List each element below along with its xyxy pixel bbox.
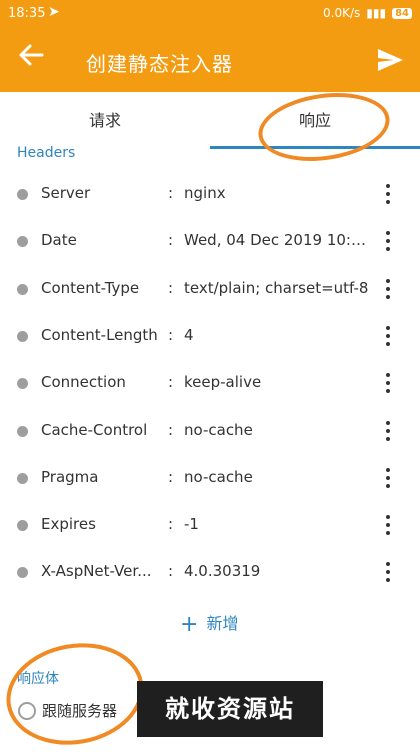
- more-vert-icon[interactable]: [378, 227, 398, 255]
- signal-icon: ▮▮▮: [366, 6, 387, 20]
- watermark: 就收资源站: [137, 681, 323, 737]
- bullet-icon: [17, 378, 28, 390]
- status-bar: 18:35 ➤ 0.0K/s ▮▮▮ 84: [0, 0, 420, 28]
- header-row[interactable]: Pragma: no-cache: [0, 454, 420, 501]
- send-icon[interactable]: [376, 46, 404, 74]
- header-key: Connection: [41, 373, 126, 392]
- header-key: Date: [41, 231, 77, 250]
- header-key: Content-Length: [41, 325, 158, 344]
- header-value: keep-alive: [184, 373, 262, 392]
- tab-response[interactable]: 响应: [210, 92, 420, 150]
- bullet-icon: [17, 520, 28, 532]
- network-speed: 0.0K/s: [323, 6, 361, 20]
- follow-server-radio[interactable]: [18, 702, 36, 720]
- header-key: X-AspNet-Ver...: [41, 562, 152, 581]
- separator: :: [168, 325, 174, 344]
- separator: :: [168, 562, 174, 581]
- bullet-icon: [17, 472, 28, 484]
- more-vert-icon[interactable]: [378, 511, 398, 539]
- navigation-arrow-icon: ➤: [48, 4, 60, 20]
- headers-section-label: Headers: [17, 145, 76, 161]
- add-header-button[interactable]: + 新增: [180, 610, 238, 637]
- more-vert-icon[interactable]: [378, 322, 398, 350]
- separator: :: [168, 278, 174, 297]
- header-key: Server: [41, 184, 91, 202]
- header-row[interactable]: Connection: keep-alive: [0, 359, 420, 406]
- status-indicators: 0.0K/s ▮▮▮ 84: [323, 6, 412, 20]
- more-vert-icon[interactable]: [378, 180, 398, 208]
- header-value: -1: [184, 515, 199, 534]
- tab-request[interactable]: 请求: [0, 92, 210, 150]
- body-section-label: 响应体: [17, 671, 59, 687]
- header-value: 4: [184, 325, 194, 344]
- annotation-circle-body-section: [0, 632, 152, 755]
- header-value: Wed, 04 Dec 2019 10:3...: [184, 231, 370, 250]
- page-title: 创建静态注入器: [86, 52, 233, 76]
- header-key: Content-Type: [41, 278, 140, 297]
- plus-icon: +: [180, 612, 199, 637]
- bullet-icon: [17, 236, 28, 248]
- separator: :: [168, 231, 174, 250]
- bullet-icon: [17, 330, 28, 342]
- bullet-icon: [17, 189, 28, 200]
- follow-server-label: 跟随服务器: [42, 702, 118, 720]
- header-value: no-cache: [184, 467, 253, 486]
- more-vert-icon[interactable]: [378, 464, 398, 492]
- bullet-icon: [17, 283, 28, 295]
- header-row[interactable]: Cache-Control: no-cache: [0, 407, 420, 454]
- tab-bar: 请求 响应: [0, 92, 420, 150]
- separator: :: [168, 373, 174, 392]
- header-value: no-cache: [184, 420, 253, 439]
- status-time: 18:35: [8, 6, 46, 21]
- header-row[interactable]: Server: nginx: [0, 170, 420, 217]
- separator: :: [168, 184, 174, 202]
- back-arrow-icon[interactable]: [18, 42, 44, 76]
- header-key: Cache-Control: [41, 420, 148, 439]
- header-row[interactable]: Content-Length:4: [0, 312, 420, 359]
- separator: :: [168, 515, 174, 534]
- header-value: text/plain; charset=utf-8: [184, 278, 369, 297]
- header-key: Pragma: [41, 467, 99, 486]
- header-row[interactable]: X-AspNet-Ver...:4.0.30319: [0, 548, 420, 595]
- active-tab-indicator: [210, 146, 420, 149]
- more-vert-icon[interactable]: [378, 369, 398, 397]
- bullet-icon: [17, 567, 28, 579]
- more-vert-icon[interactable]: [378, 558, 398, 586]
- separator: :: [168, 467, 174, 486]
- app-bar: 创建静态注入器: [0, 28, 420, 92]
- more-vert-icon[interactable]: [378, 275, 398, 303]
- header-value: nginx: [184, 184, 226, 202]
- header-value: 4.0.30319: [184, 562, 261, 581]
- header-row[interactable]: Expires: -1: [0, 501, 420, 548]
- header-row[interactable]: Content-Type: text/plain; charset=utf-8: [0, 265, 420, 312]
- add-header-label: 新增: [206, 614, 239, 633]
- header-key: Expires: [41, 515, 96, 534]
- separator: :: [168, 420, 174, 439]
- bullet-icon: [17, 425, 28, 437]
- battery-icon: 84: [392, 7, 412, 19]
- more-vert-icon[interactable]: [378, 417, 398, 445]
- header-row[interactable]: Date: Wed, 04 Dec 2019 10:3...: [0, 217, 420, 264]
